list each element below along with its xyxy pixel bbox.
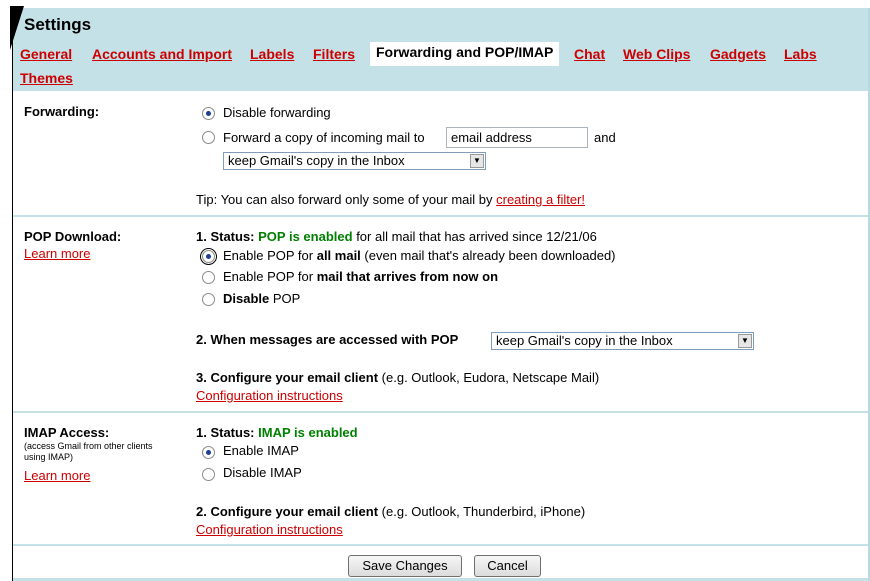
radio-disable-forwarding[interactable] — [202, 107, 215, 120]
creating-filter-link[interactable]: creating a filter! — [496, 192, 585, 207]
pop-step3: 3. Configure your email client (e.g. Out… — [196, 370, 599, 385]
tab-labs[interactable]: Labs — [784, 46, 817, 62]
pop-status-prefix: 1. Status: — [196, 229, 255, 244]
tab-gadgets[interactable]: Gadgets — [710, 46, 766, 62]
tab-filters[interactable]: Filters — [313, 46, 355, 62]
pop-status: 1. Status: POP is enabled for all mail t… — [196, 229, 597, 244]
pop-opt1-prefix: Enable POP for — [223, 248, 314, 263]
tab-labels[interactable]: Labels — [250, 46, 294, 62]
imap-status: 1. Status: IMAP is enabled — [196, 425, 358, 440]
imap-sub-line1: (access Gmail from other clients — [24, 441, 153, 451]
pop-access-select[interactable]: keep Gmail's copy in the Inbox ▼ — [491, 332, 754, 350]
tab-forwarding-pop-imap[interactable]: Forwarding and POP/IMAP — [370, 42, 560, 66]
tab-web-clips[interactable]: Web Clips — [623, 46, 690, 62]
pop-access-select-value: keep Gmail's copy in the Inbox — [496, 333, 673, 348]
pop-opt3-suffix: POP — [272, 291, 301, 306]
pop-download-label: POP Download: — [24, 229, 122, 244]
forward-copy-label: Forward a copy of incoming mail to — [223, 130, 425, 145]
corner-decoration — [10, 6, 24, 50]
imap-status-prefix: 1. Status: — [196, 425, 255, 440]
pop-step3-suffix: (e.g. Outlook, Eudora, Netscape Mail) — [381, 370, 600, 385]
forward-tip-text: Tip: You can also forward only some of y… — [196, 192, 493, 207]
forward-copy-select[interactable]: keep Gmail's copy in the Inbox ▼ — [223, 152, 486, 170]
imap-step2-bold: 2. Configure your email client — [196, 504, 379, 519]
chevron-down-icon: ▼ — [738, 334, 752, 348]
tab-themes[interactable]: Themes — [20, 70, 73, 86]
section-divider — [13, 215, 868, 217]
enable-imap-label: Enable IMAP — [223, 443, 299, 458]
tab-general[interactable]: General — [20, 46, 72, 62]
pop-status-suffix: for all mail that has arrived since 12/2… — [356, 229, 597, 244]
forwarding-label: Forwarding: — [24, 104, 100, 119]
pop-opt1-suffix: (even mail that's already been downloade… — [364, 248, 616, 263]
imap-config-instructions-link[interactable]: Configuration instructions — [196, 522, 343, 537]
and-text: and — [594, 130, 616, 145]
imap-status-value: IMAP is enabled — [258, 425, 358, 440]
pop-all-mail-label: Enable POP for all mail (even mail that'… — [223, 248, 616, 263]
forward-tip: Tip: You can also forward only some of y… — [196, 192, 585, 207]
tab-accounts-and-import[interactable]: Accounts and Import — [92, 46, 232, 62]
pop-opt1-bold: all mail — [316, 248, 361, 263]
radio-disable-imap[interactable] — [202, 468, 215, 481]
pop-status-value: POP is enabled — [258, 229, 353, 244]
pop-step3-bold: 3. Configure your email client — [196, 370, 379, 385]
radio-forward-copy[interactable] — [202, 131, 215, 144]
imap-learn-more-link[interactable]: Learn more — [24, 468, 90, 483]
section-divider — [13, 411, 868, 413]
disable-forwarding-label: Disable forwarding — [223, 105, 331, 120]
tab-chat[interactable]: Chat — [574, 46, 605, 62]
pop-learn-more-link[interactable]: Learn more — [24, 246, 90, 261]
radio-pop-from-now[interactable] — [202, 271, 215, 284]
save-changes-button[interactable]: Save Changes — [348, 555, 462, 577]
pop-opt3-bold: Disable — [223, 291, 270, 306]
radio-disable-pop[interactable] — [202, 293, 215, 306]
forward-copy-select-value: keep Gmail's copy in the Inbox — [228, 153, 405, 168]
pop-opt2-bold: mail that arrives from now on — [316, 269, 499, 284]
radio-enable-imap[interactable] — [202, 446, 215, 459]
imap-step2: 2. Configure your email client (e.g. Out… — [196, 504, 585, 519]
pop-config-instructions-link[interactable]: Configuration instructions — [196, 388, 343, 403]
section-divider — [13, 544, 868, 546]
imap-access-label: IMAP Access: — [24, 425, 110, 440]
disable-imap-label: Disable IMAP — [223, 465, 302, 480]
chevron-down-icon: ▼ — [470, 154, 484, 168]
disable-pop-label: Disable POP — [223, 291, 300, 306]
radio-pop-all-mail[interactable] — [200, 248, 217, 265]
cancel-button[interactable]: Cancel — [474, 555, 541, 577]
pop-opt2-prefix: Enable POP for — [223, 269, 314, 284]
forward-email-input[interactable] — [446, 127, 588, 148]
pop-step2-label: 2. When messages are accessed with POP — [196, 332, 459, 347]
pop-from-now-label: Enable POP for mail that arrives from no… — [223, 269, 498, 284]
page-title: Settings — [24, 15, 92, 34]
imap-step2-suffix: (e.g. Outlook, Thunderbird, iPhone) — [381, 504, 586, 519]
imap-sub-line2: using IMAP) — [24, 452, 74, 462]
